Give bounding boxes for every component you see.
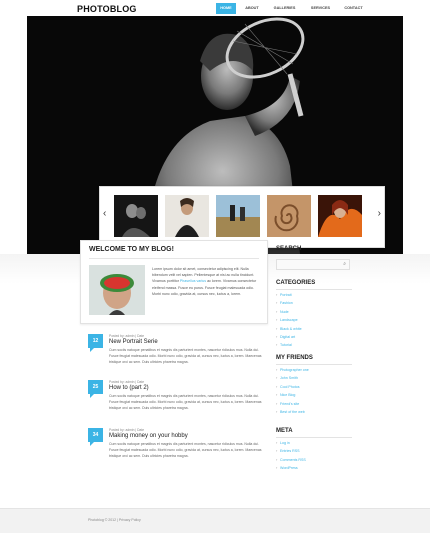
divider bbox=[276, 364, 352, 365]
welcome-title: WELCOME TO MY BLOG! bbox=[89, 246, 174, 253]
category-link[interactable]: Nude bbox=[276, 308, 302, 316]
nav-about[interactable]: ABOUT bbox=[240, 3, 264, 14]
friend-link[interactable]: Nice Blog bbox=[276, 391, 309, 399]
welcome-image bbox=[89, 265, 145, 315]
category-link[interactable]: Tutorial bbox=[276, 341, 302, 349]
meta-link[interactable]: Entries RSS bbox=[276, 447, 306, 455]
categories-list: Portrait Fashion Nude Landscape Black & … bbox=[276, 291, 302, 350]
friend-link[interactable]: Friend's site bbox=[276, 400, 309, 408]
post-meta: Posted by: admin | Date bbox=[109, 428, 145, 432]
friend-link[interactable]: Cool Photos bbox=[276, 383, 309, 391]
nav-services[interactable]: SERVICES bbox=[305, 3, 336, 14]
post-title[interactable]: New Portrait Serie bbox=[109, 339, 158, 345]
thumbnail-2[interactable] bbox=[165, 195, 209, 237]
post-date-badge: 34 bbox=[88, 428, 103, 446]
friends-list: Photographer one John Smith Cool Photos … bbox=[276, 366, 309, 416]
category-link[interactable]: Digital art bbox=[276, 333, 302, 341]
site-logo[interactable]: PHOTOBLOG bbox=[77, 4, 137, 14]
meta-link[interactable]: Comments RSS bbox=[276, 456, 306, 464]
main-nav: HOME ABOUT GALLERIES SERVICES CONTACT bbox=[216, 3, 371, 14]
welcome-box: WELCOME TO MY BLOG! Lorem ipsum dolor si… bbox=[80, 240, 268, 324]
friends-heading: MY FRIENDS bbox=[276, 355, 313, 361]
post-excerpt: Cum sociis natoque penatibus et magnis d… bbox=[109, 442, 262, 458]
post-excerpt: Cum sociis natoque penatibus et magnis d… bbox=[109, 394, 262, 410]
friend-link[interactable]: John Smith bbox=[276, 374, 309, 382]
welcome-text: Lorem ipsum dolor sit amet, consectetur … bbox=[152, 267, 257, 296]
divider bbox=[276, 437, 352, 438]
category-link[interactable]: Landscape bbox=[276, 316, 302, 324]
footer: Photoblog © 2012 | Privacy Policy bbox=[0, 508, 430, 533]
thumbnail-4[interactable] bbox=[267, 195, 311, 237]
category-link[interactable]: Fashion bbox=[276, 299, 302, 307]
meta-link[interactable]: WordPress bbox=[276, 464, 306, 472]
post-date-badge: 12 bbox=[88, 334, 103, 352]
welcome-link[interactable]: Phasellus varius bbox=[180, 279, 206, 283]
search-heading: SEARCH bbox=[276, 246, 302, 252]
category-link[interactable]: Black & white bbox=[276, 325, 302, 333]
post-title[interactable]: How to (part 2) bbox=[109, 385, 149, 391]
next-arrow-icon[interactable]: › bbox=[378, 209, 381, 219]
post-meta: Posted by: admin | Date bbox=[109, 334, 145, 338]
meta-list: Log in Entries RSS Comments RSS WordPres… bbox=[276, 439, 306, 473]
thumbnail-1[interactable] bbox=[114, 195, 158, 237]
thumbnail-strip: ‹ › bbox=[99, 186, 385, 248]
prev-arrow-icon[interactable]: ‹ bbox=[103, 209, 106, 219]
thumbnail-5[interactable] bbox=[318, 195, 362, 237]
post-meta: Posted by: admin | Date bbox=[109, 380, 145, 384]
meta-heading: META bbox=[276, 428, 293, 434]
meta-link[interactable]: Log in bbox=[276, 439, 306, 447]
post-title[interactable]: Making money on your hobby bbox=[109, 433, 188, 439]
friend-link[interactable]: Best of the web bbox=[276, 408, 309, 416]
category-link[interactable]: Portrait bbox=[276, 291, 302, 299]
divider bbox=[276, 289, 352, 290]
categories-heading: CATEGORIES bbox=[276, 280, 316, 286]
nav-contact[interactable]: CONTACT bbox=[340, 3, 367, 14]
hero-slider: ‹ › bbox=[27, 16, 403, 254]
post-date-badge: 25 bbox=[88, 380, 103, 398]
search-icon[interactable]: ⌕ bbox=[343, 261, 346, 267]
friend-link[interactable]: Photographer one bbox=[276, 366, 309, 374]
search-input[interactable]: ⌕ bbox=[276, 259, 350, 270]
post-excerpt: Cum sociis natoque penatibus et magnis d… bbox=[109, 348, 262, 364]
nav-galleries[interactable]: GALLERIES bbox=[268, 3, 301, 14]
nav-home[interactable]: HOME bbox=[216, 3, 236, 14]
divider bbox=[89, 258, 259, 259]
footer-copyright: Photoblog © 2012 | Privacy Policy bbox=[88, 518, 141, 522]
thumbnail-3[interactable] bbox=[216, 195, 260, 237]
